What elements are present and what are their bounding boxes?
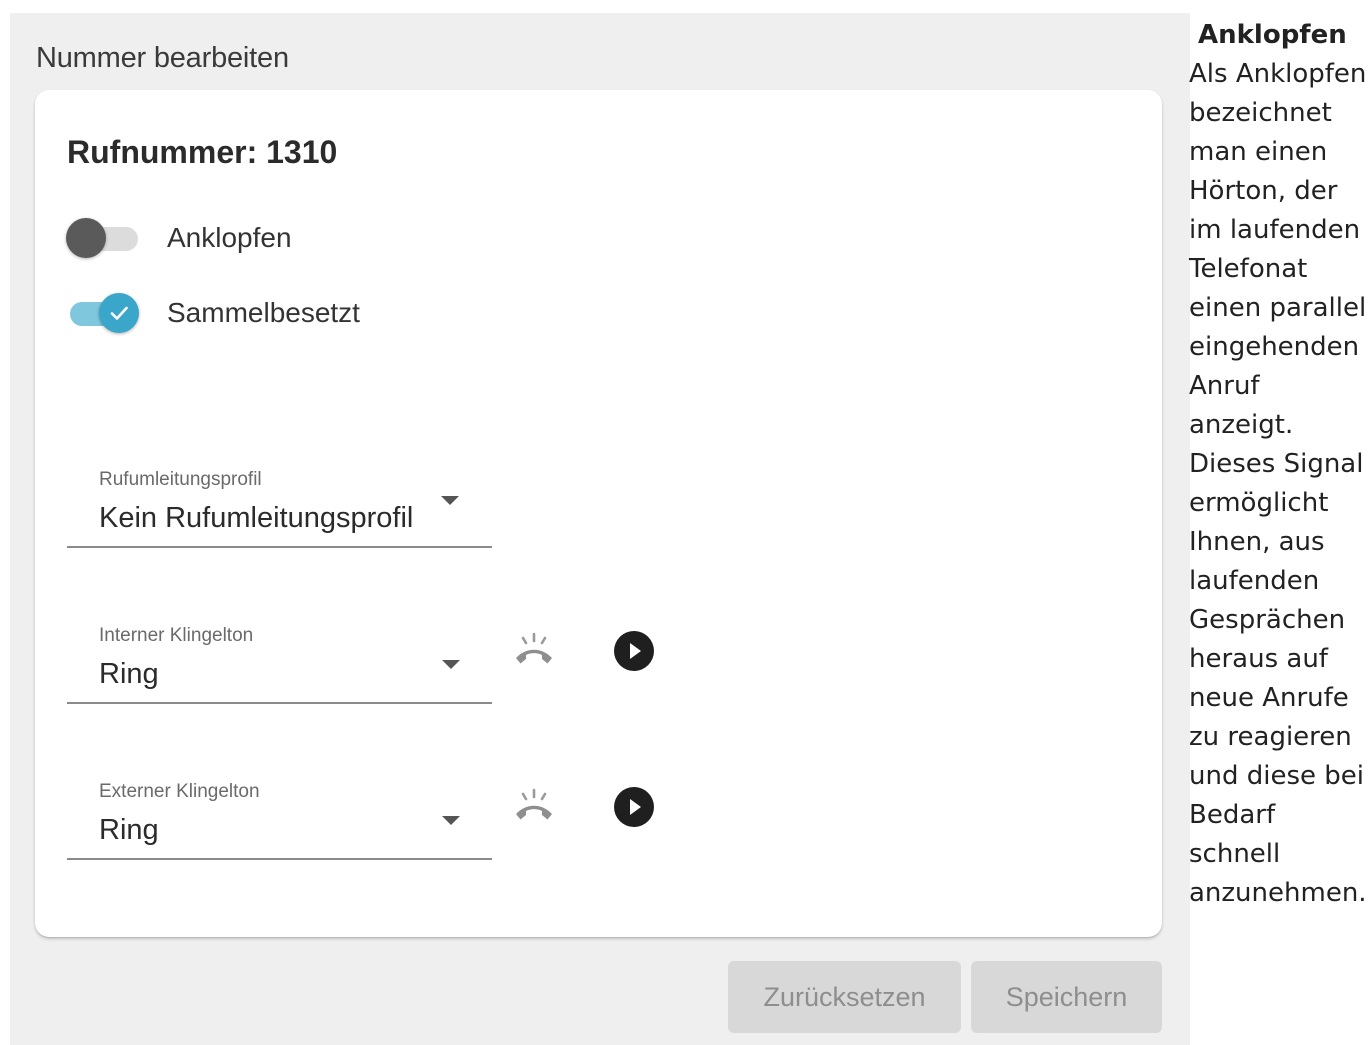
caret-down-icon: [442, 660, 460, 669]
internal-ringtone-label: Interner Klingelton: [99, 625, 254, 646]
help-text: Als Anklopfen bezeichnet man einen Hörto…: [1189, 59, 1367, 908]
toggle-thumb: [66, 218, 106, 258]
busy-on-busy-row: Sammelbesetzt: [66, 291, 466, 335]
play-circle-icon: [614, 787, 654, 827]
help-title: Anklopfen: [1198, 20, 1347, 50]
help-sidebar: Anklopfen Als Anklopfen bezeichnet man e…: [1189, 16, 1371, 913]
internal-ringtone-select[interactable]: Interner Klingelton Ring: [67, 592, 492, 704]
call-waiting-row: Anklopfen: [66, 216, 466, 260]
redirect-profile-value: Kein Rufumleitungsprofil: [99, 502, 414, 534]
toggle-thumb: [99, 293, 139, 333]
play-internal-ringtone-button[interactable]: [612, 629, 656, 673]
busy-on-busy-toggle[interactable]: [66, 291, 140, 335]
edit-number-panel: Nummer bearbeiten Rufnummer: 1310 Anklop…: [10, 13, 1190, 1045]
busy-on-busy-label: Sammelbesetzt: [167, 297, 360, 328]
internal-ringtone-value: Ring: [99, 658, 159, 690]
caret-down-icon: [442, 816, 460, 825]
play-circle-icon: [614, 631, 654, 671]
external-ringtone-select[interactable]: Externer Klingelton Ring: [67, 748, 492, 860]
save-button[interactable]: Speichern: [971, 961, 1162, 1033]
caret-down-icon: [441, 496, 459, 505]
play-external-ringtone-button[interactable]: [612, 785, 656, 829]
external-ringtone-label: Externer Klingelton: [99, 781, 260, 802]
call-waiting-label: Anklopfen: [167, 222, 292, 253]
phone-ringing-icon[interactable]: [512, 785, 556, 829]
panel-title: Nummer bearbeiten: [36, 42, 289, 74]
reset-button[interactable]: Zurücksetzen: [728, 961, 961, 1033]
redirect-profile-label: Rufumleitungsprofil: [99, 469, 262, 490]
check-icon: [110, 306, 128, 320]
phone-ringing-icon[interactable]: [512, 629, 556, 673]
external-ringtone-value: Ring: [99, 814, 159, 846]
number-heading: Rufnummer: 1310: [67, 134, 338, 170]
redirect-profile-select[interactable]: Rufumleitungsprofil Kein Rufumleitungspr…: [67, 436, 492, 548]
number-settings-card: Rufnummer: 1310 Anklopfen Sammelbesetzt …: [35, 90, 1162, 937]
call-waiting-toggle[interactable]: [66, 216, 140, 260]
